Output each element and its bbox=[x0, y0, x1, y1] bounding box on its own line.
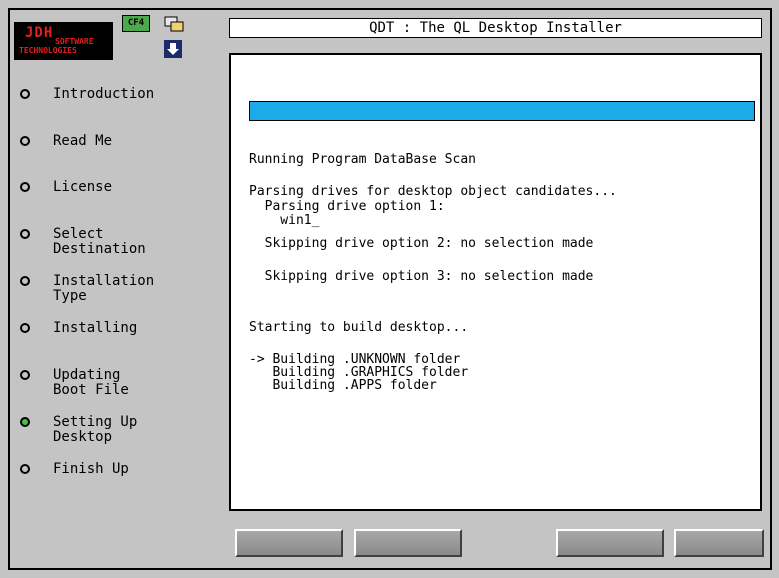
log-line: Skipping drive option 2: no selection ma… bbox=[249, 236, 594, 251]
log-line: Parsing drive option 1: bbox=[249, 199, 445, 214]
step-select-destination[interactable]: Select Destination bbox=[20, 227, 210, 259]
step-introduction[interactable]: Introduction bbox=[20, 87, 210, 103]
step-label: Introduction bbox=[53, 86, 155, 102]
progress-fill bbox=[250, 102, 754, 120]
step-label: Select Destination bbox=[53, 226, 146, 257]
step-license[interactable]: License bbox=[20, 180, 210, 196]
step-indicator bbox=[20, 136, 30, 146]
window-stack-icon[interactable] bbox=[164, 16, 184, 32]
log-line: Building .APPS folder bbox=[249, 378, 437, 393]
step-label: Updating Boot File bbox=[53, 367, 129, 398]
log-line: Skipping drive option 3: no selection ma… bbox=[249, 269, 594, 284]
step-indicator-active bbox=[20, 417, 30, 427]
nav-button-3[interactable] bbox=[556, 529, 664, 557]
logo-text-technologies: TECHNOLOGIES bbox=[19, 46, 77, 55]
step-installing[interactable]: Installing bbox=[20, 321, 210, 337]
log-line: Parsing drives for desktop object candid… bbox=[249, 184, 617, 199]
nav-button-1[interactable] bbox=[235, 529, 343, 557]
progress-bar bbox=[249, 101, 755, 121]
cf4-badge[interactable]: CF4 bbox=[122, 15, 150, 32]
step-updating-boot-file[interactable]: Updating Boot File bbox=[20, 368, 210, 400]
log-panel: Running Program DataBase Scan Parsing dr… bbox=[229, 53, 762, 511]
step-label: Setting Up Desktop bbox=[53, 414, 138, 445]
log-line: Starting to build desktop... bbox=[249, 320, 469, 335]
step-label: Installation Type bbox=[53, 273, 155, 304]
nav-button-2[interactable] bbox=[354, 529, 462, 557]
step-indicator bbox=[20, 370, 30, 380]
step-label: Finish Up bbox=[53, 461, 129, 477]
step-read-me[interactable]: Read Me bbox=[20, 134, 210, 150]
step-indicator bbox=[20, 323, 30, 333]
step-label: Read Me bbox=[53, 133, 113, 149]
jdh-logo: JDH SOFTWARE TECHNOLOGIES bbox=[14, 22, 113, 60]
step-setting-up-desktop[interactable]: Setting Up Desktop bbox=[20, 415, 210, 447]
step-indicator bbox=[20, 229, 30, 239]
logo-text-software: SOFTWARE bbox=[55, 37, 94, 46]
window-title: QDT : The QL Desktop Installer bbox=[229, 18, 762, 38]
step-indicator bbox=[20, 182, 30, 192]
step-finish-up[interactable]: Finish Up bbox=[20, 462, 210, 478]
logo-text-jdh: JDH bbox=[25, 25, 54, 41]
step-indicator bbox=[20, 89, 30, 99]
step-indicator bbox=[20, 464, 30, 474]
step-label: License bbox=[53, 179, 113, 195]
log-line: Running Program DataBase Scan bbox=[249, 152, 476, 167]
nav-button-4[interactable] bbox=[674, 529, 764, 557]
step-label: Installing bbox=[53, 320, 138, 336]
arrow-down-icon[interactable] bbox=[164, 40, 182, 58]
step-indicator bbox=[20, 276, 30, 286]
step-installation-type[interactable]: Installation Type bbox=[20, 274, 210, 306]
log-line: win1_ bbox=[249, 213, 320, 228]
